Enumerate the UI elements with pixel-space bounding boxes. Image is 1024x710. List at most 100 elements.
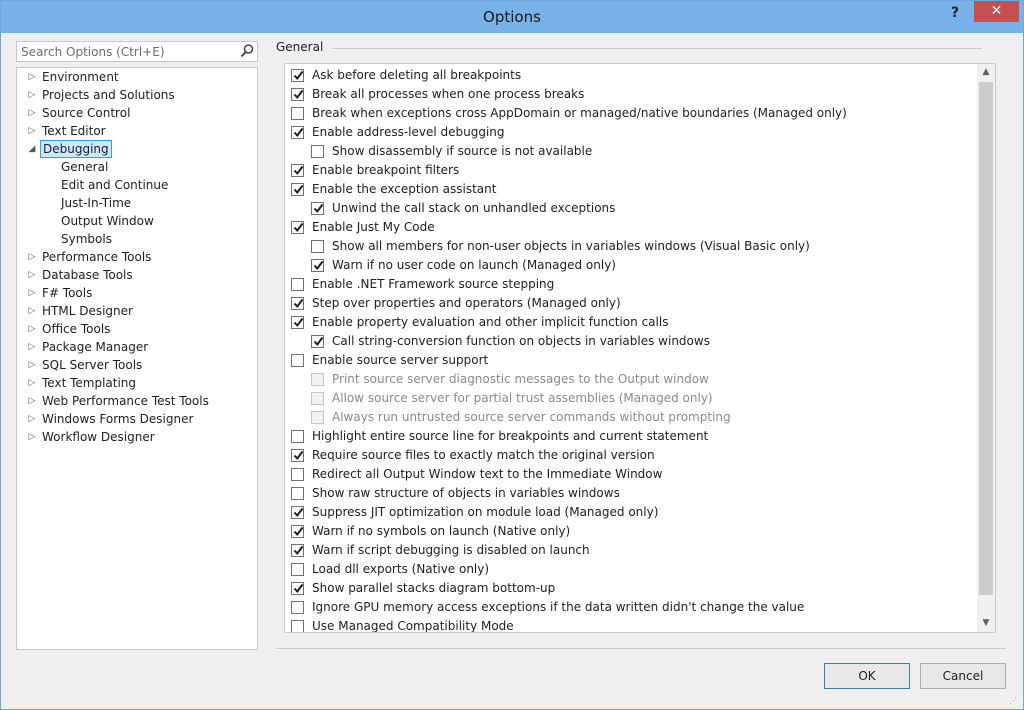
option-label: Suppress JIT optimization on module load… [312,505,659,519]
checked-checkbox[interactable] [291,582,304,595]
tree-item-label: Package Manager [42,340,149,354]
collapsed-arrow-icon[interactable]: ▷ [27,248,37,266]
collapsed-arrow-icon[interactable]: ▷ [27,392,37,410]
unchecked-checkbox[interactable] [291,278,304,291]
unchecked-checkbox[interactable] [291,487,304,500]
unchecked-checkbox [311,373,324,386]
footer-divider [276,648,1006,649]
tree-item-label: Web Performance Test Tools [42,394,209,408]
close-button[interactable]: ✕ [974,1,1019,22]
tree-item-label: Source Control [42,106,131,120]
tree-item-label: Debugging [40,140,112,158]
group-header: General [276,40,324,54]
unchecked-checkbox[interactable] [291,354,304,367]
unchecked-checkbox[interactable] [291,601,304,614]
collapsed-arrow-icon[interactable]: ▷ [27,104,37,122]
options-pane: Ask before deleting all breakpoints Break… [284,63,996,633]
unchecked-checkbox [311,411,324,424]
title-bar[interactable]: Options ? ✕ [1,1,1023,33]
collapsed-arrow-icon[interactable]: ▷ [27,338,37,356]
tree-item-label: Workflow Designer [42,430,155,444]
checked-checkbox[interactable] [291,544,304,557]
option-label: Highlight entire source line for breakpo… [312,429,709,443]
option-label: Call string-conversion function on objec… [332,334,710,348]
option-label: Enable the exception assistant [312,182,497,196]
option-label: Unwind the call stack on unhandled excep… [332,201,616,215]
collapsed-arrow-icon[interactable]: ▷ [27,86,37,104]
collapsed-arrow-icon[interactable]: ▷ [27,320,37,338]
search-icon[interactable] [239,43,255,59]
scroll-down-arrow-icon[interactable]: ▼ [977,615,995,632]
collapsed-arrow-icon[interactable]: ▷ [27,374,37,392]
tree-item-label: Symbols [61,232,112,246]
collapsed-arrow-icon[interactable]: ▷ [27,284,37,302]
checked-checkbox[interactable] [291,525,304,538]
option-label: Warn if no symbols on launch (Native onl… [312,524,571,538]
collapsed-arrow-icon[interactable]: ▷ [27,410,37,428]
resize-grip-icon[interactable]: ⋰ [1009,695,1021,707]
unchecked-checkbox [311,392,324,405]
options-tree[interactable]: ▷ Environment ▷ Projects and Solutions ▷ Sour… [16,67,258,650]
tree-item-label: Environment [42,70,119,84]
collapsed-arrow-icon[interactable]: ▷ [27,122,37,140]
tree-item-label: Windows Forms Designer [42,412,194,426]
checked-checkbox[interactable] [291,316,304,329]
option-label: Ignore GPU memory access exceptions if t… [312,600,805,614]
option-label: Print source server diagnostic messages … [332,372,709,386]
ok-button[interactable]: OK [824,663,910,689]
option-label: Enable source server support [312,353,489,367]
tree-item-label: Text Templating [42,376,137,390]
search-input[interactable] [17,42,235,61]
unchecked-checkbox[interactable] [291,563,304,576]
checked-checkbox[interactable] [291,506,304,519]
tree-item-label: Database Tools [42,268,133,282]
checked-checkbox[interactable] [291,183,304,196]
checked-checkbox[interactable] [291,297,304,310]
search-box [16,41,258,62]
unchecked-checkbox[interactable] [291,430,304,443]
checked-checkbox[interactable] [311,202,324,215]
tree-item-label: General [61,160,109,174]
collapsed-arrow-icon[interactable]: ▷ [27,428,37,446]
unchecked-checkbox[interactable] [291,468,304,481]
cancel-button[interactable]: Cancel [920,663,1006,689]
expanded-arrow-icon[interactable]: ◢ [27,140,37,158]
checked-checkbox[interactable] [311,335,324,348]
checked-checkbox[interactable] [291,449,304,462]
checked-checkbox[interactable] [291,221,304,234]
tree-item-label: HTML Designer [42,304,133,318]
tree-item-label: Text Editor [42,124,106,138]
checked-checkbox[interactable] [291,164,304,177]
scroll-thumb[interactable] [979,82,993,595]
option-label: Enable property evaluation and other imp… [312,315,669,329]
collapsed-arrow-icon[interactable]: ▷ [27,356,37,374]
option-label: Enable address-level debugging [312,125,505,139]
option-label: Show all members for non-user objects in… [332,239,810,253]
option-label: Warn if script debugging is disabled on … [312,543,590,557]
collapsed-arrow-icon[interactable]: ▷ [27,302,37,320]
tree-item-label: Output Window [61,214,154,228]
unchecked-checkbox[interactable] [311,145,324,158]
tree-item-label: Projects and Solutions [42,88,175,102]
collapsed-arrow-icon[interactable]: ▷ [27,266,37,284]
help-button[interactable]: ? [943,2,967,24]
checked-checkbox[interactable] [311,259,324,272]
checked-checkbox[interactable] [291,88,304,101]
checked-checkbox[interactable] [291,69,304,82]
unchecked-checkbox[interactable] [291,107,304,120]
tree-item-label: Just-In-Time [61,196,132,210]
unchecked-checkbox[interactable] [311,240,324,253]
option-label: Show raw structure of objects in variabl… [312,486,620,500]
option-label: Allow source server for partial trust as… [332,391,713,405]
collapsed-arrow-icon[interactable]: ▷ [27,68,37,86]
option-label: Enable .NET Framework source stepping [312,277,555,291]
scroll-up-arrow-icon[interactable]: ▲ [977,64,995,81]
option-label: Show parallel stacks diagram bottom-up [312,581,556,595]
checked-checkbox[interactable] [291,126,304,139]
unchecked-checkbox[interactable] [291,620,304,632]
option-label: Use Managed Compatibility Mode [312,619,514,633]
option-label: Warn if no user code on launch (Managed … [332,258,616,272]
tree-item-label: Edit and Continue [61,178,169,192]
vertical-scrollbar[interactable]: ▲ ▼ [977,64,995,632]
tree-item-label: SQL Server Tools [42,358,143,372]
